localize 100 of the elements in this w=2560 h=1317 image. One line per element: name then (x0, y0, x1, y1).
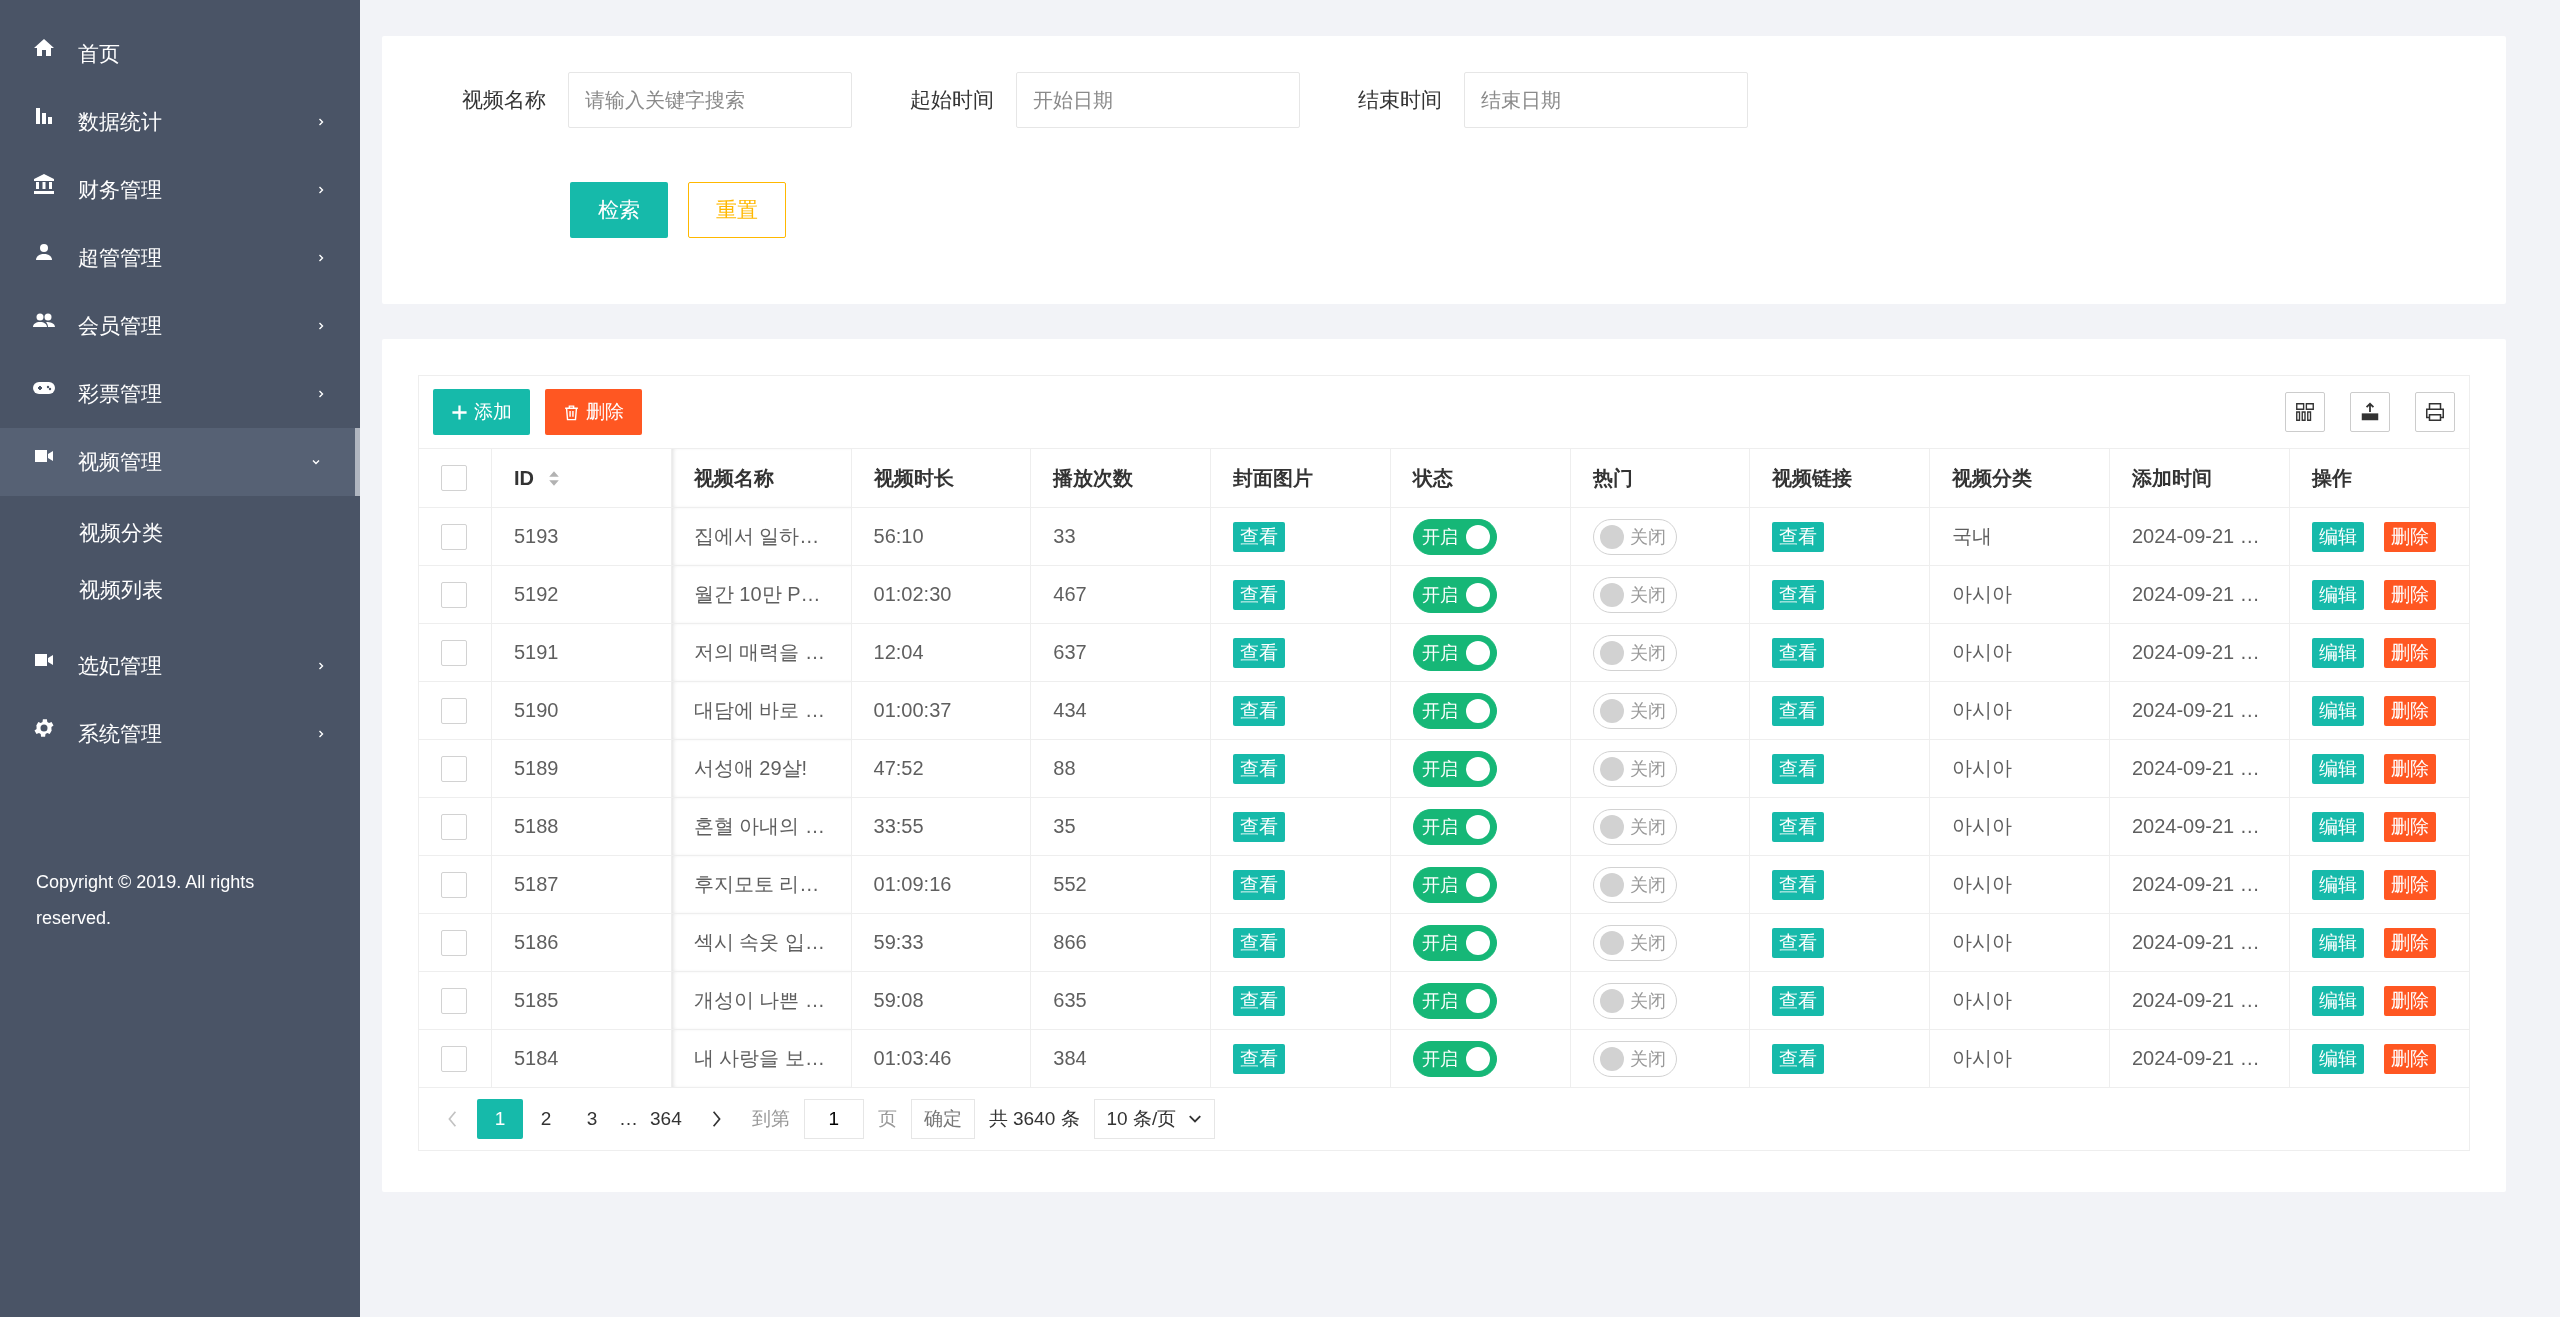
hot-switch[interactable]: 关闭 (1592, 924, 1677, 961)
view-button[interactable]: 查看 (1772, 985, 1825, 1016)
view-button[interactable]: 查看 (1772, 1043, 1825, 1074)
edit-button[interactable]: 编辑 (2311, 927, 2364, 958)
hot-switch[interactable]: 关闭 (1592, 750, 1677, 787)
hot-switch[interactable]: 关闭 (1592, 576, 1677, 613)
delete-button[interactable]: 删除 (2383, 753, 2436, 784)
edit-button[interactable]: 编辑 (2311, 985, 2364, 1016)
view-button[interactable]: 查看 (1772, 927, 1825, 958)
edit-button[interactable]: 编辑 (2311, 811, 2364, 842)
row-checkbox[interactable] (441, 987, 467, 1014)
delete-button[interactable]: 删除 (2383, 985, 2436, 1016)
row-checkbox[interactable] (441, 581, 467, 608)
nav-item[interactable]: 超管管理 (0, 224, 360, 292)
nav-item[interactable]: 会员管理 (0, 292, 360, 360)
view-button[interactable]: 查看 (1233, 695, 1286, 726)
row-checkbox[interactable] (441, 639, 467, 666)
hot-switch[interactable]: 关闭 (1592, 866, 1677, 903)
view-button[interactable]: 查看 (1233, 521, 1286, 552)
view-button[interactable]: 查看 (1772, 869, 1825, 900)
submenu-item[interactable]: 视频列表 (0, 561, 163, 618)
status-switch[interactable]: 开启 (1412, 576, 1497, 613)
status-switch[interactable]: 开启 (1412, 982, 1497, 1019)
delete-button[interactable]: 删除 (2383, 579, 2436, 610)
page-button[interactable]: 3 (569, 1099, 615, 1139)
nav-item[interactable]: 数据统计 (0, 88, 360, 156)
input-field[interactable]: 结束日期 (1464, 72, 1748, 128)
row-checkbox[interactable] (441, 813, 467, 840)
page-button[interactable]: 1 (477, 1099, 523, 1139)
confirm-button[interactable]: 确定 (910, 1099, 975, 1139)
hot-switch[interactable]: 关闭 (1592, 518, 1677, 555)
nav-item[interactable]: 视频管理 (0, 428, 360, 496)
columns-button[interactable] (2285, 392, 2325, 432)
nav-item[interactable]: 彩票管理 (0, 360, 360, 428)
hot-switch[interactable]: 关闭 (1592, 634, 1677, 671)
edit-button[interactable]: 编辑 (2311, 869, 2364, 900)
view-button[interactable]: 查看 (1772, 811, 1825, 842)
view-button[interactable]: 查看 (1233, 927, 1286, 958)
delete-button[interactable]: 删除 (2383, 811, 2436, 842)
view-button[interactable]: 查看 (1772, 637, 1825, 668)
view-button[interactable]: 查看 (1772, 695, 1825, 726)
status-switch[interactable]: 开启 (1412, 924, 1497, 961)
hot-switch[interactable]: 关闭 (1592, 1040, 1677, 1077)
page-size-select[interactable]: 10 条/页 (1093, 1099, 1216, 1139)
input-field[interactable]: 开始日期 (1016, 72, 1300, 128)
row-checkbox[interactable] (441, 1045, 467, 1072)
view-button[interactable]: 查看 (1233, 985, 1286, 1016)
view-button[interactable]: 查看 (1772, 521, 1825, 552)
view-button[interactable]: 查看 (1772, 753, 1825, 784)
sort-icon[interactable] (548, 469, 560, 487)
status-switch[interactable]: 开启 (1412, 1040, 1497, 1077)
edit-button[interactable]: 编辑 (2311, 695, 2364, 726)
row-checkbox[interactable] (441, 871, 467, 898)
page-button[interactable]: 2 (523, 1099, 569, 1139)
row-checkbox[interactable] (441, 929, 467, 956)
edit-button[interactable]: 编辑 (2311, 637, 2364, 668)
edit-button[interactable]: 编辑 (2311, 753, 2364, 784)
delete-button[interactable]: 删除 (2383, 1043, 2436, 1074)
export-button[interactable] (2350, 392, 2390, 432)
nav-item[interactable]: 财务管理 (0, 156, 360, 224)
status-switch[interactable]: 开启 (1412, 634, 1497, 671)
delete-button[interactable]: 删除 (545, 389, 642, 435)
view-button[interactable]: 查看 (1772, 579, 1825, 610)
view-button[interactable]: 查看 (1233, 869, 1286, 900)
hot-switch[interactable]: 关闭 (1592, 982, 1677, 1019)
view-button[interactable]: 查看 (1233, 753, 1286, 784)
add-button[interactable]: 添加 (433, 389, 530, 435)
prev-page-icon[interactable] (447, 1109, 459, 1129)
nav-item[interactable]: 系统管理 (0, 700, 360, 768)
row-checkbox[interactable] (441, 697, 467, 724)
select-all-checkbox[interactable] (441, 465, 467, 491)
search-button[interactable]: 检索 (570, 182, 668, 238)
view-button[interactable]: 查看 (1233, 811, 1286, 842)
delete-button[interactable]: 删除 (2383, 869, 2436, 900)
reset-button[interactable]: 重置 (688, 182, 786, 238)
view-button[interactable]: 查看 (1233, 579, 1286, 610)
edit-button[interactable]: 编辑 (2311, 521, 2364, 552)
hot-switch[interactable]: 关闭 (1592, 692, 1677, 729)
view-button[interactable]: 查看 (1233, 1043, 1286, 1074)
edit-button[interactable]: 编辑 (2311, 579, 2364, 610)
page-button[interactable]: 364 (642, 1099, 690, 1139)
nav-item[interactable]: 选妃管理 (0, 632, 360, 700)
status-switch[interactable]: 开启 (1412, 750, 1497, 787)
delete-button[interactable]: 删除 (2383, 521, 2436, 552)
submenu-item[interactable]: 视频分类 (0, 504, 163, 561)
view-button[interactable]: 查看 (1233, 637, 1286, 668)
page-input[interactable]: 1 (803, 1099, 864, 1139)
row-checkbox[interactable] (441, 523, 467, 550)
hot-switch[interactable]: 关闭 (1592, 808, 1677, 845)
nav-item[interactable]: 首页 (0, 20, 360, 88)
row-checkbox[interactable] (441, 755, 467, 782)
status-switch[interactable]: 开启 (1412, 866, 1497, 903)
print-button[interactable] (2415, 392, 2455, 432)
status-switch[interactable]: 开启 (1412, 692, 1497, 729)
status-switch[interactable]: 开启 (1412, 518, 1497, 555)
delete-button[interactable]: 删除 (2383, 695, 2436, 726)
delete-button[interactable]: 删除 (2383, 637, 2436, 668)
edit-button[interactable]: 编辑 (2311, 1043, 2364, 1074)
status-switch[interactable]: 开启 (1412, 808, 1497, 845)
input-field[interactable]: 请输入关键字搜索 (568, 72, 852, 128)
